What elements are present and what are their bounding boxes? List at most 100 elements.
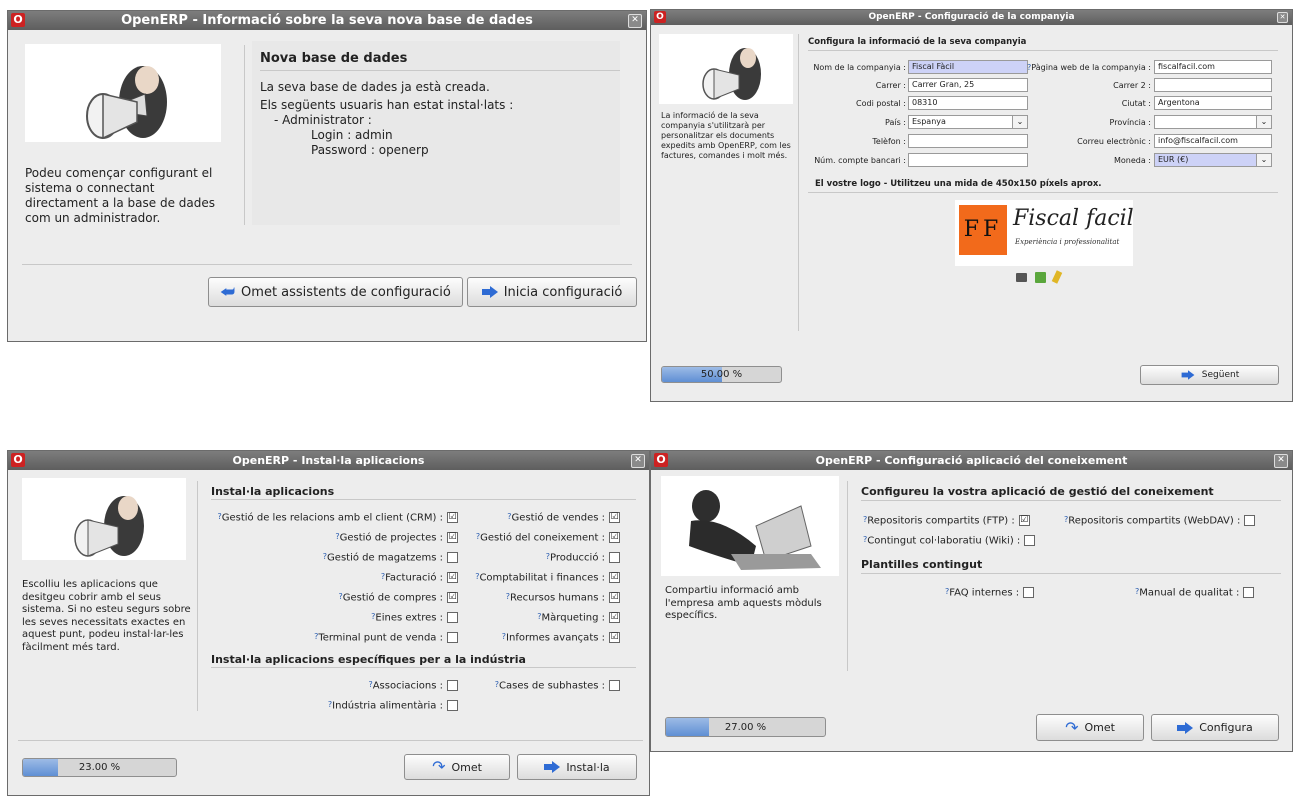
checkbox[interactable] [609,552,620,563]
chevron-down-icon[interactable]: ⌄ [1256,116,1271,128]
checkbox[interactable] [447,552,458,563]
checkbox[interactable]: ☑ [609,632,620,643]
app-option-label: Terminal punt de venda : [318,632,443,644]
close-icon[interactable]: ✕ [631,454,645,468]
skip-button[interactable]: ↷ Omet [404,754,510,780]
progress-bar: 27.00 % [665,717,826,737]
currency-select[interactable]: EUR (€) ⌄ [1154,153,1272,167]
checkbox[interactable]: ☑ [447,592,458,603]
street2-field[interactable] [1154,78,1272,92]
checkbox[interactable]: ☑ [447,532,458,543]
country-value: Espanya [912,117,946,126]
currency-label: Moneda : [1113,156,1151,165]
checkbox[interactable]: ☑ [447,512,458,523]
clear-broom-icon[interactable] [1051,270,1063,284]
checkbox[interactable] [447,612,458,623]
app-option-row: ?Eines extres : [371,612,458,624]
login-line: Login : admin [311,128,393,142]
progress-bar: 50.00 % [661,366,782,383]
logo-tagline: Experiència i professionalitat [1015,238,1120,246]
right-arrow-icon [1177,721,1194,734]
checkbox[interactable]: ☑ [609,612,620,623]
website-field[interactable]: fiscalfacil.com [1154,60,1272,74]
city-field[interactable]: Argentona [1154,96,1272,110]
phone-field[interactable] [908,134,1028,148]
progress-text: 50.00 % [700,369,743,380]
app-option-row: ?Associacions : [368,680,458,692]
checkbox[interactable] [1244,515,1256,526]
download-icon[interactable] [1035,272,1046,283]
section-title: Instal·la aplicacions [211,485,335,498]
open-folder-icon[interactable] [1016,273,1027,282]
button-label: Següent [1201,370,1240,380]
email-field[interactable]: info@fiscalfacil.com [1154,134,1272,148]
close-icon[interactable]: ✕ [1274,454,1288,468]
email-label: Correu electrònic : [1077,137,1151,146]
start-configuration-button[interactable]: Inicia configuració [467,277,637,307]
section-divider [260,70,620,71]
bank-account-label: Núm. compte bancari : [814,156,906,165]
zip-field[interactable]: 08310 [908,96,1028,110]
close-icon[interactable]: ✕ [628,14,642,28]
checkbox[interactable]: ☑ [609,532,620,543]
app-option-label: Gestió de vendes : [511,512,605,524]
window-company-config: O OpenERP - Configuració de la companyia… [650,9,1293,402]
configure-button[interactable]: Configura [1151,714,1279,741]
checkbox[interactable]: ☑ [609,592,620,603]
phone-label: Telèfon : [872,137,906,146]
right-arrow-icon [544,761,561,773]
option-webdav: ?Repositoris compartits (WebDAV) : [1064,515,1256,527]
openerp-logo-icon: O [11,453,25,467]
megaphone-woman-image [659,34,793,104]
titlebar: O OpenERP - Instal·la aplicacions ✕ [8,451,649,470]
app-option-label: Informes avançats : [506,632,605,644]
checkbox[interactable] [447,680,458,691]
window-title: OpenERP - Configuració aplicació del con… [815,454,1128,467]
checkbox[interactable]: ☑ [609,572,620,583]
app-option-row: ?Facturació : ☑ [381,572,458,584]
titlebar: O OpenERP - Configuració aplicació del c… [651,451,1292,470]
street-label: Carrer : [875,81,906,90]
checkbox[interactable] [1024,535,1036,546]
app-option-row: ?Informes avançats : ☑ [502,632,620,644]
button-label: Inicia configuració [503,284,623,300]
window-title: OpenERP - Instal·la aplicacions [232,454,425,467]
checkbox[interactable]: ☑ [447,572,458,583]
checkbox[interactable] [1023,587,1035,598]
checkbox[interactable] [1243,587,1255,598]
info-panel: Nova base de dades La seva base de dades… [252,41,620,225]
chevron-down-icon[interactable]: ⌄ [1256,154,1271,166]
skip-button[interactable]: ↷ Omet [1036,714,1144,741]
app-option-label: Cases de subhastes : [499,680,605,692]
window-database-info: O OpenERP - Informació sobre la seva nov… [7,10,647,342]
close-icon[interactable]: ✕ [1277,12,1288,23]
logo-name: Fiscal facil [1013,206,1134,231]
next-button[interactable]: Següent [1140,365,1279,385]
bank-account-field[interactable] [908,153,1028,167]
chevron-down-icon[interactable]: ⌄ [1012,116,1027,128]
install-button[interactable]: Instal·la [517,754,637,780]
app-option-row: ?Producció : [546,552,620,564]
section-divider [808,50,1278,51]
button-label: Omet [451,760,482,774]
website-label: ?Pàgina web de la companyia : [1027,63,1151,72]
checkbox[interactable] [609,680,620,691]
option-faq: ?FAQ internes : [945,587,1035,599]
titlebar: O OpenERP - Informació sobre la seva nov… [8,11,646,30]
checkbox[interactable] [447,632,458,643]
company-name-field[interactable]: Fiscal Fàcil [908,60,1028,74]
checkbox[interactable]: ☑ [609,512,620,523]
street-field[interactable]: Carrer Gran, 25 [908,78,1028,92]
openerp-logo-icon: O [654,11,666,23]
skip-wizards-button[interactable]: ⮨ Omet assistents de configuració [208,277,463,307]
app-option-row: ?Comptabilitat i finances : ☑ [475,572,620,584]
country-select[interactable]: Espanya ⌄ [908,115,1028,129]
window-install-apps: O OpenERP - Instal·la aplicacions ✕ Esco… [7,450,650,796]
app-option-label: Eines extres : [375,612,443,624]
checkbox[interactable] [447,700,458,711]
openerp-logo-icon: O [654,453,668,467]
province-select[interactable]: ⌄ [1154,115,1272,129]
right-arrow-icon [481,286,498,298]
option-ftp: ?Repositoris compartits (FTP) : ☑ [863,515,1030,527]
checkbox[interactable]: ☑ [1018,515,1030,526]
